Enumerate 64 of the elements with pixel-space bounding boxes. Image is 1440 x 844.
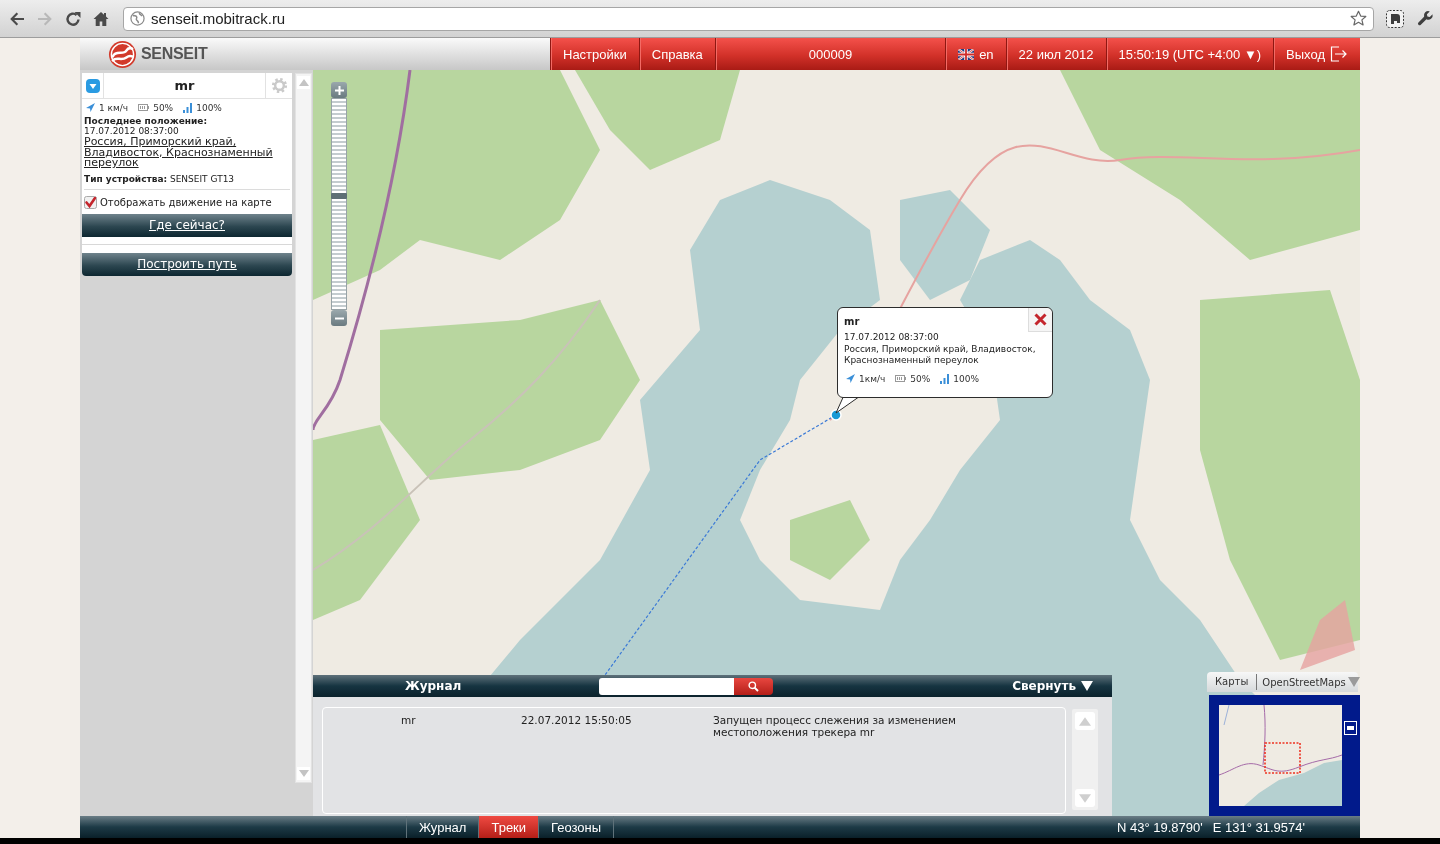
- layer-label: Карты: [1207, 674, 1258, 690]
- viewport-rectangle[interactable]: [1264, 742, 1301, 774]
- logo-icon: [108, 39, 137, 69]
- speed-text: 1км/ч: [859, 373, 886, 384]
- speed-text: 1 км/ч: [99, 102, 129, 113]
- url-text: senseit.mobitrack.ru: [151, 10, 287, 27]
- zoom-in-button[interactable]: [331, 82, 347, 98]
- device-name: mr: [173, 77, 196, 95]
- collapse-button[interactable]: Свернуть: [1012, 679, 1093, 693]
- minimap-toggle-button[interactable]: [1344, 721, 1357, 735]
- wrench-icon[interactable]: [1417, 10, 1434, 27]
- device-type-text: Тип устройства: SENSEIT GT13: [84, 173, 236, 184]
- battery-icon: [895, 375, 907, 382]
- signal-text: 100%: [196, 102, 222, 113]
- flag-icon: [958, 48, 975, 60]
- close-button[interactable]: [1028, 308, 1052, 332]
- popup-timestamp: 17.07.2012 08:37:00: [844, 332, 940, 342]
- address-link[interactable]: Россия, Приморский край, Владивосток, Краснознаменный переулок: [84, 137, 290, 169]
- tab[interactable]: Треки: [479, 816, 540, 838]
- message-cell-text: Запущен процесс слежения за изменением местоположения трекера mr: [713, 714, 957, 738]
- extension-icon[interactable]: [1386, 9, 1404, 28]
- signal-icon: [940, 373, 950, 384]
- popup-title: mr: [844, 316, 861, 327]
- layer-dropdown[interactable]: OpenStreetMaps: [1257, 676, 1360, 688]
- caret-icon: [1081, 681, 1093, 691]
- plus-icon: [334, 85, 344, 95]
- minus-icon: [1347, 726, 1354, 730]
- back-icon[interactable]: [9, 10, 25, 27]
- zoom-out-button[interactable]: [331, 310, 347, 326]
- signal-icon: [183, 102, 193, 113]
- reload-icon[interactable]: [65, 10, 81, 27]
- popup-address: Россия, Приморский край, Владивосток, Краснознаменный переулок: [844, 344, 1037, 366]
- zoom-slider[interactable]: [331, 98, 347, 310]
- caret-icon: [1347, 677, 1360, 687]
- home-icon[interactable]: [93, 10, 109, 27]
- longitude-text: E 131° 31.9574': [1212, 819, 1305, 835]
- search-icon: [748, 680, 760, 692]
- timestamp-text: 17.07.2012 08:37:00: [84, 126, 180, 136]
- dropdown-icon[interactable]: [85, 78, 100, 93]
- navigation-arrow-icon: [846, 374, 855, 383]
- battery-text: 50%: [153, 102, 174, 113]
- signal-text: 100%: [953, 373, 980, 384]
- journal-title: Журнал: [405, 679, 462, 693]
- star-icon[interactable]: [1350, 10, 1367, 27]
- globe-icon: [130, 11, 145, 26]
- close-icon: [1034, 313, 1047, 326]
- search-button[interactable]: [734, 677, 774, 695]
- locate-button[interactable]: Где сейчас?: [82, 213, 292, 237]
- checkbox-label[interactable]: Отображать движение на карте: [100, 196, 272, 208]
- latitude-text: N 43° 19.8790': [1117, 819, 1203, 835]
- device-cell-text: mr: [401, 714, 417, 728]
- search-field[interactable]: [599, 677, 735, 695]
- time-cell-text: 22.07.2012 15:50:05: [521, 714, 633, 728]
- address-bar[interactable]: senseit.mobitrack.ru: [123, 6, 1374, 31]
- route-button[interactable]: Построить путь: [82, 252, 292, 276]
- navigation-arrow-icon: [86, 103, 95, 112]
- logo-text: SENSEIT: [141, 45, 208, 63]
- zoom-slider-thumb[interactable]: [331, 192, 347, 199]
- location-marker-icon[interactable]: [830, 409, 842, 421]
- battery-icon: [138, 104, 150, 111]
- exit-icon: [1330, 46, 1348, 62]
- checkbox[interactable]: [84, 195, 97, 209]
- battery-text: 50%: [910, 373, 931, 384]
- last-position-label: Последнее положение:: [84, 116, 209, 126]
